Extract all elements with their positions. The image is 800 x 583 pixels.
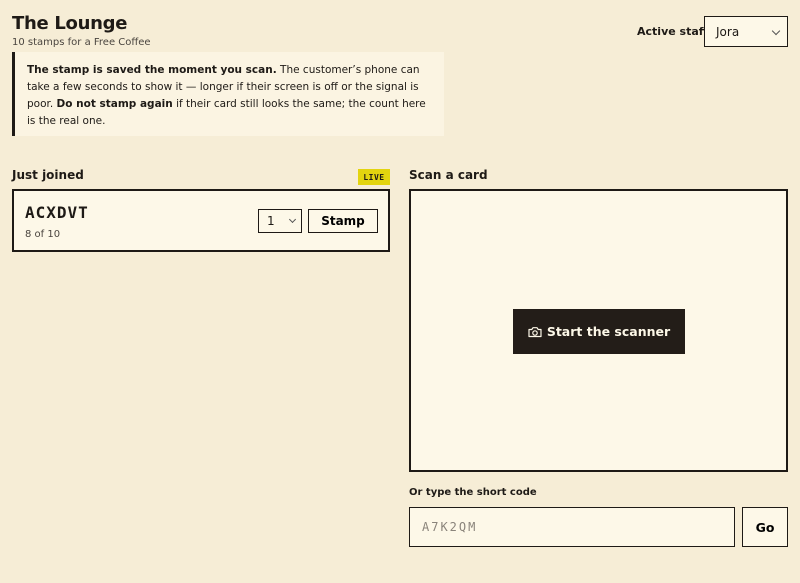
chevron-down-icon — [771, 26, 781, 36]
page-title: The Lounge — [12, 13, 128, 34]
short-code-input[interactable] — [409, 507, 735, 547]
just-joined-heading: Just joined — [12, 168, 84, 182]
scanner-area: Start the scanner — [409, 189, 788, 472]
start-scanner-label: Start the scanner — [546, 324, 671, 339]
short-code-label: Or type the short code — [409, 487, 537, 498]
card-stamp-count: 8 of 10 — [25, 229, 61, 240]
stamp-quantity-value: 1 — [267, 214, 275, 228]
page-subtitle: 10 stamps for a Free Coffee — [12, 37, 151, 48]
camera-icon — [528, 326, 542, 337]
chevron-down-icon — [288, 215, 297, 224]
active-staff-select[interactable]: Jora — [704, 16, 788, 47]
active-staff-label: Active staff — [637, 25, 708, 38]
stamp-button[interactable]: Stamp — [308, 209, 378, 233]
notice-bold-2: Do not stamp again — [56, 98, 173, 110]
live-badge: LIVE — [358, 169, 390, 185]
stamp-notice: The stamp is saved the moment you scan. … — [12, 52, 444, 136]
notice-bold-1: The stamp is saved the moment you scan. — [27, 64, 277, 76]
active-staff-value: Jora — [716, 24, 740, 39]
go-button[interactable]: Go — [742, 507, 788, 547]
card-code: ACXDVT — [25, 203, 89, 222]
scan-card-heading: Scan a card — [409, 168, 488, 182]
stamp-quantity-select[interactable]: 1 — [258, 209, 302, 233]
customer-card: ACXDVT 8 of 10 1 Stamp — [12, 189, 390, 252]
start-scanner-button[interactable]: Start the scanner — [513, 309, 685, 354]
